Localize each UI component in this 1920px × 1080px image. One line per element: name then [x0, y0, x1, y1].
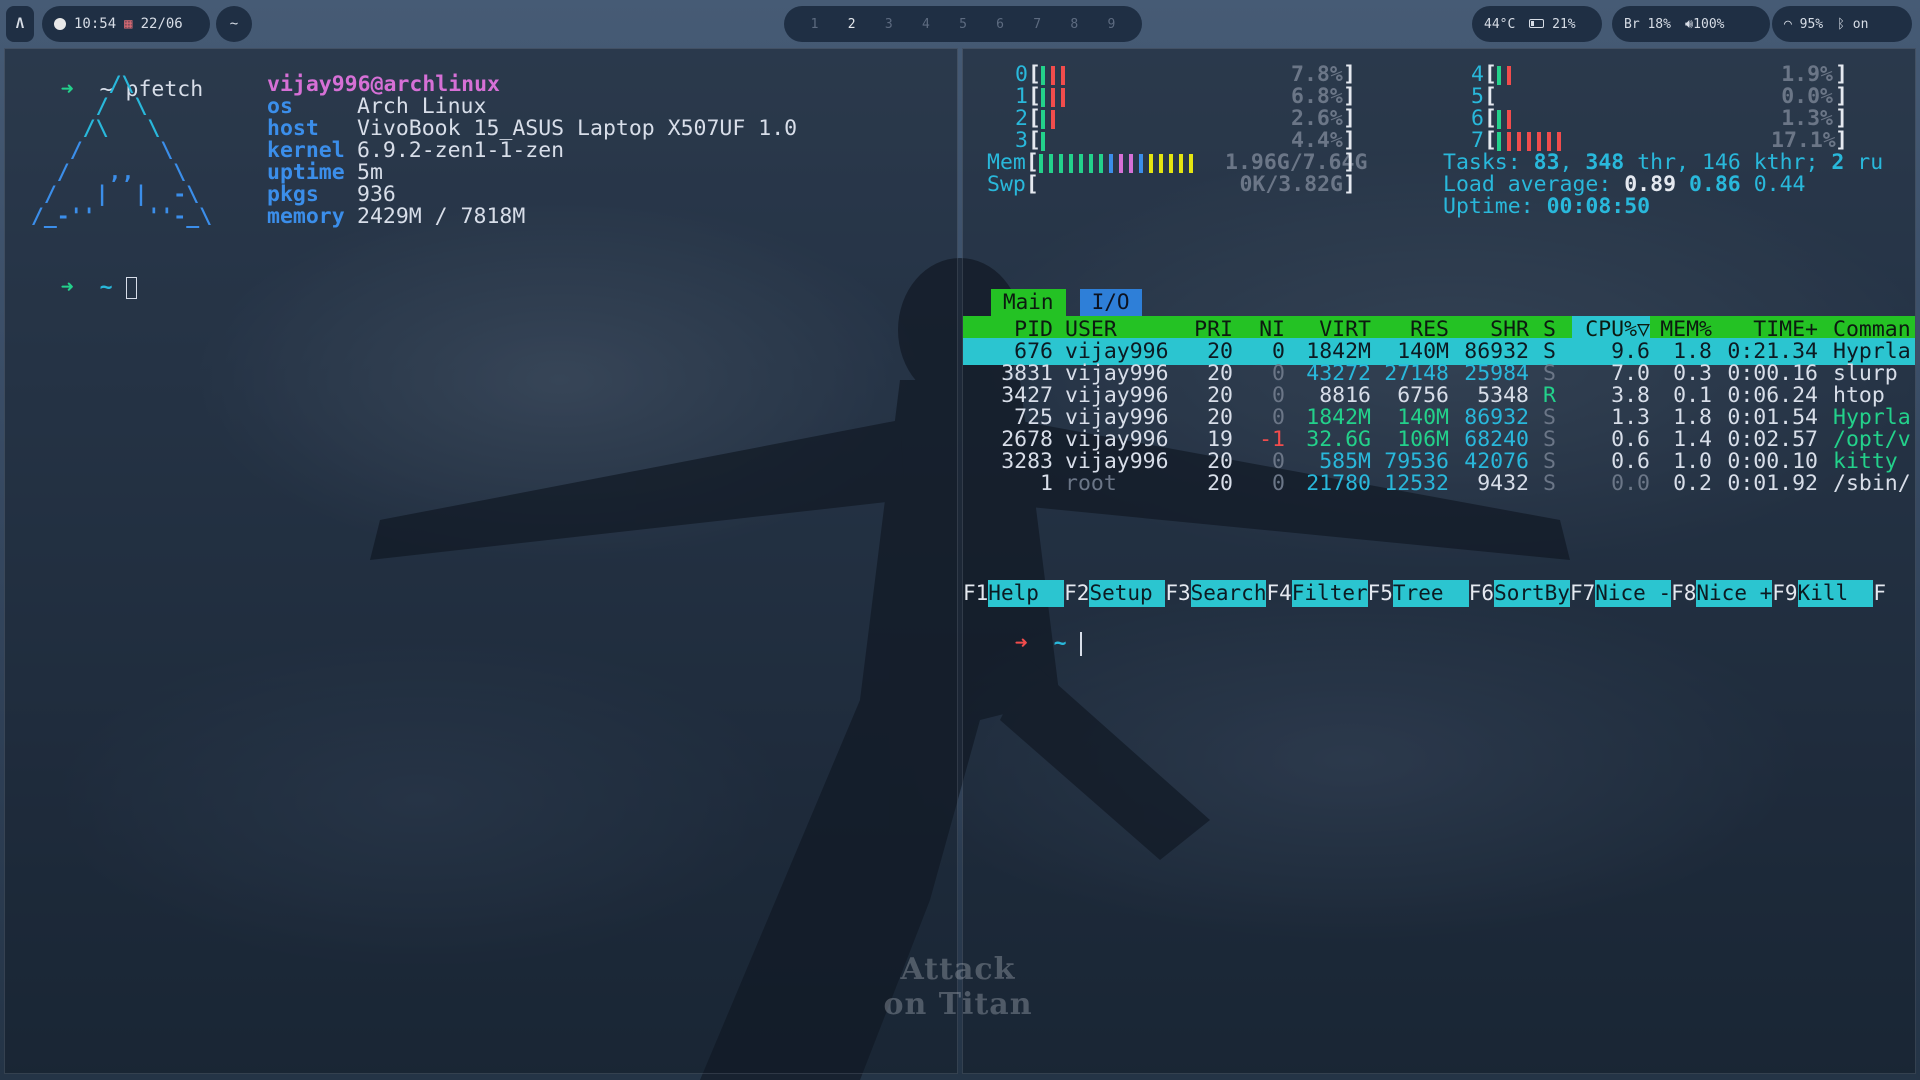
process-table: 676 vijay996 20 0 1842M 140M 86932 S 9.6… [963, 338, 1915, 498]
workspace-6[interactable]: 6 [990, 17, 1010, 32]
brightness-volume-widget[interactable]: Br 18% 🔊︎100% [1612, 6, 1770, 42]
clock-date: 22/06 [140, 16, 183, 32]
workspace-8[interactable]: 8 [1064, 17, 1084, 32]
field-value: 6.9.2-zen1-1-zen [357, 138, 565, 163]
field-key: memory [267, 204, 345, 229]
brightness-readout: Br 18% [1624, 16, 1671, 32]
wifi-readout: 95% [1799, 16, 1824, 32]
workspace-3[interactable]: 3 [879, 17, 899, 32]
tab-io[interactable]: I/O [1079, 289, 1142, 316]
fkey-kill[interactable]: F9Kill [1772, 580, 1874, 607]
bluetooth-icon: ᛒ [1837, 16, 1845, 32]
prompt-cwd: ~ [99, 275, 113, 300]
clock-icon [54, 18, 66, 30]
arch-logo-icon: Λ [15, 16, 25, 32]
prompt-cwd: ~ [1053, 631, 1067, 656]
fkey-nice-minus[interactable]: F7Nice - [1570, 580, 1672, 607]
swp-meter: Swp[ [987, 172, 1039, 197]
launcher-label: ~ [229, 16, 239, 32]
terminal-left[interactable]: ➜ ~ pfetch /\ / \ /\ \ / \ / ,, \ / | | … [4, 48, 958, 1074]
bluetooth-readout: on [1852, 16, 1869, 32]
arch-logo-button[interactable]: Λ [6, 6, 34, 42]
table-row[interactable]: 1 root 20 0 21780 12532 9432 S 0.0 0.2 0… [963, 470, 1915, 497]
top-bar: Λ 10:54 ▦ 22/06 ~ 1 2 3 4 5 6 7 8 9 44°C… [0, 0, 1920, 48]
clock-time: 10:54 [74, 16, 117, 32]
prompt-arrow-icon: ➜ [60, 275, 74, 300]
workspace-1[interactable]: 1 [805, 17, 825, 32]
fkey-search[interactable]: F3Search [1165, 580, 1267, 607]
fkey-quit[interactable]: F [1873, 580, 1886, 607]
field-value: 2429M / 7818M [357, 204, 526, 229]
wifi-icon: ◠ [1784, 16, 1792, 32]
workspace-7[interactable]: 7 [1027, 17, 1047, 32]
terminal-cursor [1079, 632, 1082, 656]
clock-widget[interactable]: 10:54 ▦ 22/06 [42, 6, 210, 42]
workspace-5[interactable]: 5 [953, 17, 973, 32]
battery-icon [1529, 18, 1545, 28]
network-bluetooth-widget[interactable]: ◠ 95% ᛒ on [1772, 6, 1912, 42]
volume-readout: 100% [1693, 16, 1725, 32]
terminal-right-htop[interactable]: 0[ 7.8% ] 1[ 6.8% ] 2[ 2.6% ] 3[ 4.4% ] … [962, 48, 1916, 1074]
htop-prompt-line: ➜ ~ [963, 603, 1082, 656]
launcher-button[interactable]: ~ [216, 6, 252, 42]
prompt-arrow-icon: ➜ [1014, 631, 1028, 656]
wallpaper-logo: Attack on Titan [883, 952, 1033, 1022]
swp-value: 0K/3.82G [1239, 172, 1343, 197]
fkey-filter[interactable]: F4Filter [1266, 580, 1368, 607]
terminal-cursor [125, 277, 137, 299]
temp-battery-widget[interactable]: 44°C 21% [1472, 6, 1602, 42]
workspace-switcher: 1 2 3 4 5 6 7 8 9 [784, 6, 1142, 42]
fkey-tree[interactable]: F5Tree [1368, 580, 1469, 607]
volume-icon: 🔊︎ [1684, 16, 1694, 32]
workspace-9[interactable]: 9 [1101, 17, 1121, 32]
battery-readout: 21% [1552, 16, 1576, 32]
tab-main[interactable]: Main [991, 289, 1066, 316]
fkey-sortby[interactable]: F6SortBy [1469, 580, 1570, 607]
fkey-nice-plus[interactable]: F8Nice + [1671, 580, 1773, 607]
temperature-readout: 44°C [1484, 16, 1516, 32]
uptime-line: Uptime: 00:08:50 [1443, 194, 1651, 219]
workspace-2[interactable]: 2 [842, 17, 862, 32]
prompt-line-2: ➜ ~ [9, 247, 137, 300]
workspace-4[interactable]: 4 [916, 17, 936, 32]
calendar-icon: ▦ [124, 16, 133, 32]
htop-tabs: Main I/O [991, 289, 1142, 316]
ascii-line: /_-'' ''-_\ [5, 204, 213, 229]
function-key-bar: F1Help F2Setup F3Search F4Filter F5Tree … [963, 580, 1915, 607]
